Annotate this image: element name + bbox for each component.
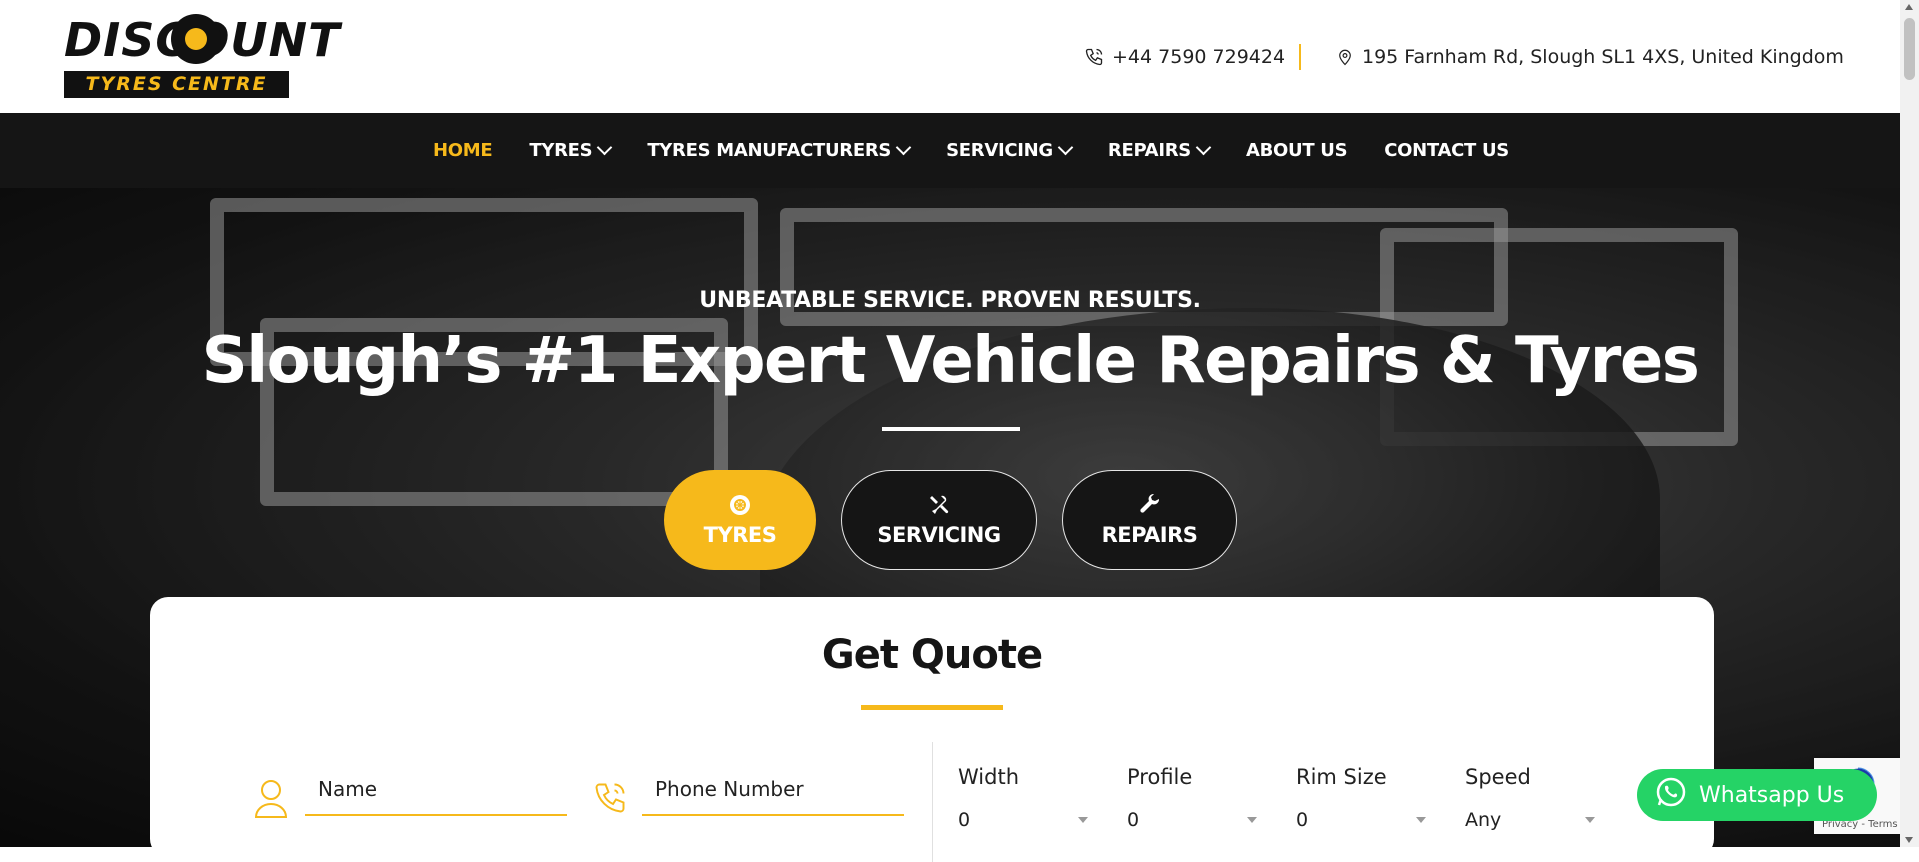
profile-value: 0 [1127,809,1140,831]
chevron-down-icon [895,139,912,156]
nav-item-repairs[interactable]: REPAIRS [1107,139,1212,161]
name-placeholder: Name [318,777,378,801]
location-pin-icon [1339,49,1351,66]
phone-field[interactable]: Phone Number [642,757,904,816]
site-logo[interactable]: DISCOUNT TYRES CENTRE [64,12,340,100]
header-address[interactable]: 195 Farnham Rd, Slough SL1 4XS, United K… [1336,44,1844,70]
header-divider [1299,44,1301,70]
logo-subtitle: TYRES CENTRE [85,73,268,95]
main-nav: HOME TYRES TYRES MANUFACTURERS SERVICING REP… [0,113,1900,188]
nav-label: SERVICING [946,140,1053,161]
chevron-down-icon [1247,817,1257,823]
name-field[interactable]: Name [305,757,567,816]
scroll-up-icon[interactable] [1905,4,1913,10]
nav-item-about-us[interactable]: ABOUT US [1245,140,1348,161]
service-tab-servicing[interactable]: SERVICING [841,470,1037,570]
page-scrollbar[interactable] [1900,0,1919,847]
nav-label: TYRES MANUFACTURERS [647,140,892,161]
whatsapp-label: Whatsapp Us [1699,782,1845,808]
service-label: REPAIRS [1101,523,1198,547]
address-text: 195 Farnham Rd, Slough SL1 4XS, United K… [1362,46,1844,68]
service-label: TYRES [703,523,777,547]
phone-icon [1085,48,1103,66]
chevron-down-icon [597,139,613,156]
quote-title: Get Quote [821,632,1043,678]
scroll-thumb[interactable] [1904,18,1915,80]
phone-placeholder: Phone Number [655,777,804,801]
chevron-down-icon [1585,817,1595,823]
whatsapp-icon [1655,776,1687,814]
scroll-down-icon[interactable] [1905,837,1913,843]
nav-item-home[interactable]: HOME [433,140,493,161]
site-header: DISCOUNT TYRES CENTRE +44 7590 729424 19… [0,0,1900,113]
rim-size-label: Rim Size [1296,765,1387,789]
service-label: SERVICING [877,523,1001,547]
width-select[interactable]: Width 0 [958,765,1098,831]
wrench-icon [1138,493,1162,517]
whatsapp-button[interactable]: Whatsapp Us [1637,769,1877,821]
phone-icon [595,783,625,813]
nav-item-contact-us[interactable]: CONTACT US [1384,140,1509,161]
header-phone[interactable]: +44 7590 729424 [1084,44,1285,70]
quote-title-underline [861,705,1003,710]
speed-value: Any [1465,809,1502,831]
chevron-down-icon [1195,139,1212,156]
nav-label: ABOUT US [1245,140,1348,161]
quote-divider [932,742,933,862]
nav-item-tyres[interactable]: TYRES [529,139,613,161]
headline-underline [882,427,1020,431]
rim-size-select[interactable]: Rim Size 0 [1296,765,1436,831]
user-icon [254,780,288,818]
nav-label: CONTACT US [1384,140,1509,161]
service-tab-repairs[interactable]: REPAIRS [1062,470,1237,570]
width-value: 0 [958,809,971,831]
get-quote-card: Get Quote Name Phone Number Width 0 Prof… [150,597,1714,862]
profile-label: Profile [1127,765,1193,789]
width-label: Width [958,765,1020,789]
service-tab-tyres[interactable]: TYRES [664,470,816,570]
nav-label: REPAIRS [1107,140,1191,161]
hero-headline: Slough’s #1 Expert Vehicle Repairs & Tyr… [201,324,1700,398]
chevron-down-icon [1078,817,1088,823]
speed-select[interactable]: Speed Any [1465,765,1605,831]
logo-tyre-icon [171,14,221,64]
chevron-down-icon [1416,817,1426,823]
nav-label: TYRES [529,140,593,161]
nav-item-tyres-manufacturers[interactable]: TYRES MANUFACTURERS [647,139,912,161]
phone-number: +44 7590 729424 [1112,46,1286,68]
profile-select[interactable]: Profile 0 [1127,765,1267,831]
nav-item-servicing[interactable]: SERVICING [946,139,1074,161]
speed-label: Speed [1465,765,1531,789]
hero-tagline: UNBEATABLE SERVICE. PROVEN RESULTS. [699,288,1201,313]
tyre-icon [728,493,752,517]
chevron-down-icon [1057,139,1074,156]
nav-label: HOME [433,140,493,161]
nav-list: HOME TYRES TYRES MANUFACTURERS SERVICING REP… [433,113,1546,188]
tools-icon [927,493,951,517]
rim-size-value: 0 [1296,809,1309,831]
